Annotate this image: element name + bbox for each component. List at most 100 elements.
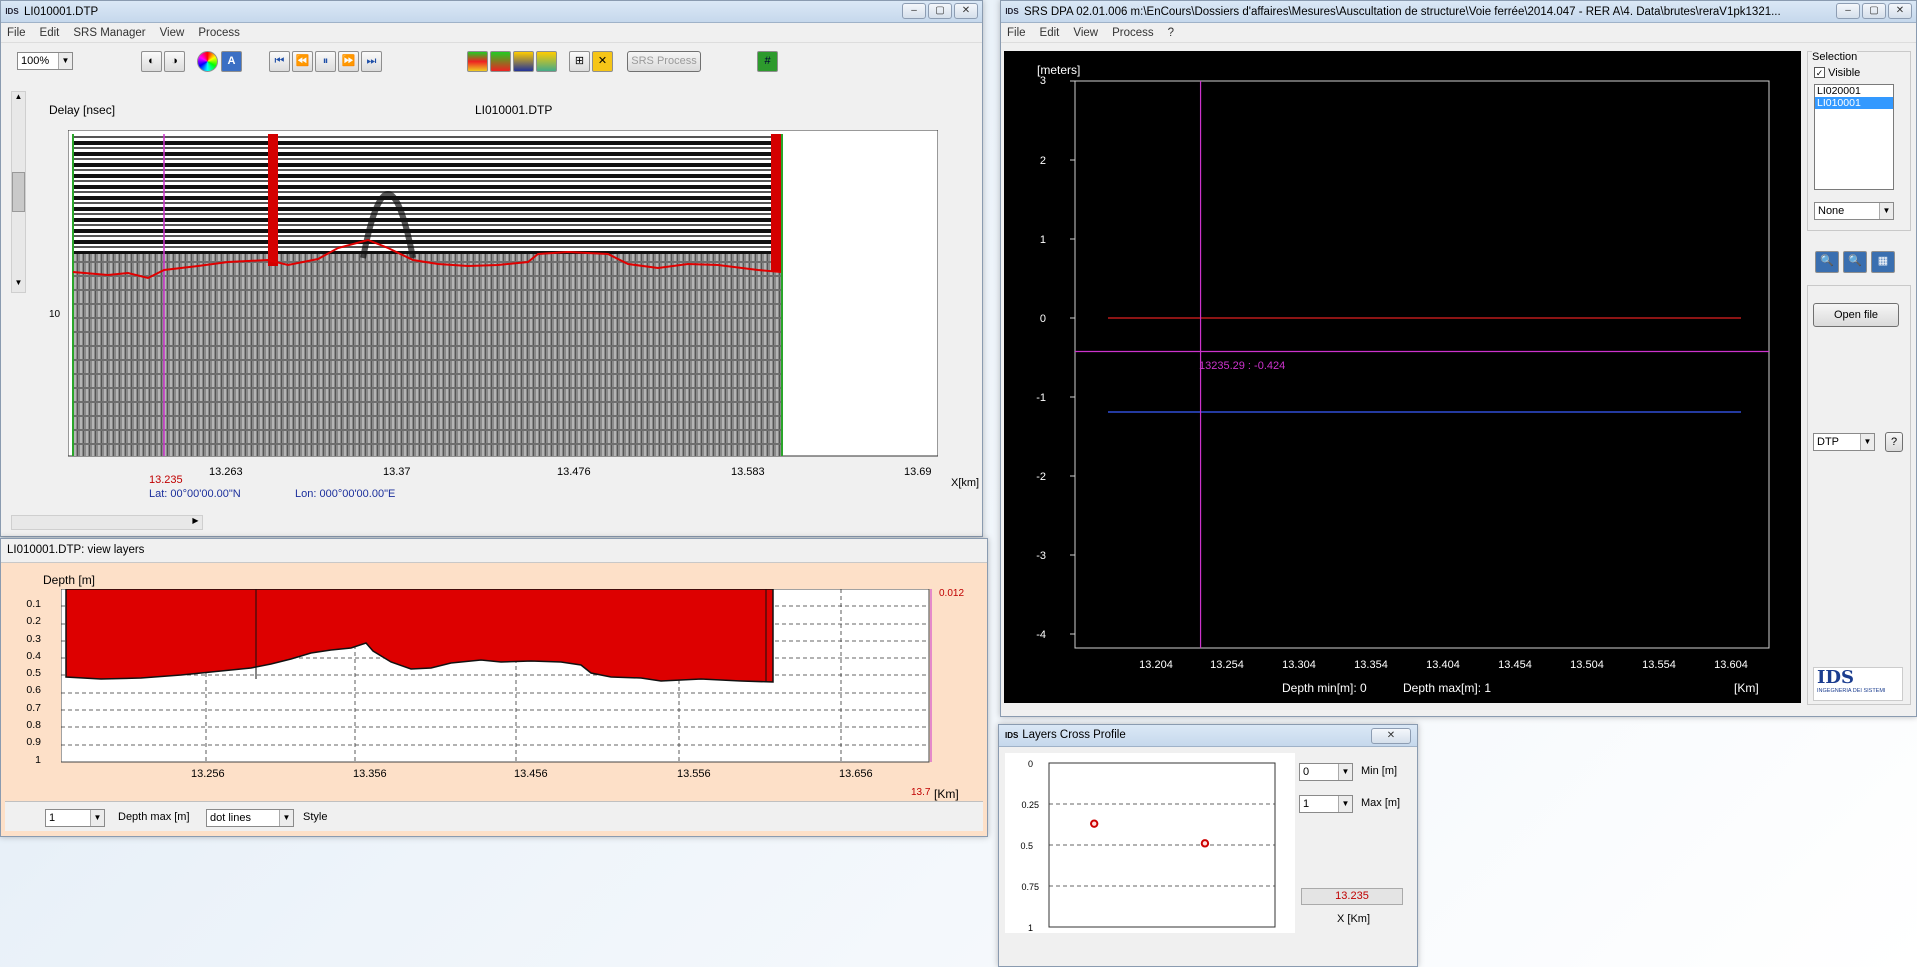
menu-srs-manager[interactable]: SRS Manager xyxy=(73,27,145,39)
delay-axis-label: Delay [nsec] xyxy=(49,103,116,117)
radar-toolbar: 100% ▼ ◐ ◑ A ⏮ ⏪ ⏸ ⏩ ⏭ ⊞ ✕ SRS Process # xyxy=(1,43,982,77)
grid-tool-icon[interactable]: ⊞ xyxy=(569,51,590,72)
menu-view[interactable]: View xyxy=(160,27,185,39)
vertical-scrollbar[interactable]: ▲ ▼ xyxy=(11,91,26,293)
fast-forward-icon[interactable]: ⏩ xyxy=(338,51,359,72)
cross-chart-svg[interactable]: 0 0.25 0.5 0.75 1 xyxy=(1005,753,1295,933)
check-icon: ✓ xyxy=(1814,67,1825,78)
menu-edit[interactable]: Edit xyxy=(1040,27,1060,39)
y-tick: 0.7 xyxy=(26,701,41,714)
minimize-button[interactable]: – xyxy=(902,3,926,19)
close-button[interactable]: ✕ xyxy=(954,3,978,19)
style-label: Style xyxy=(303,811,328,823)
max-depth-select[interactable]: 1 ▼ xyxy=(1299,795,1353,813)
person-icon[interactable] xyxy=(536,51,557,72)
dpa-x-tick: 13.254 xyxy=(1210,659,1244,671)
layers-icon[interactable] xyxy=(467,51,488,72)
layers-y-ticks: 0.1 0.2 0.3 0.4 0.5 0.6 0.7 0.8 0.9 1 xyxy=(19,596,41,769)
srs-process-button[interactable]: SRS Process xyxy=(627,51,701,72)
last-frame-icon[interactable]: ⏭ xyxy=(361,51,382,72)
zoom-select[interactable]: 100% ▼ xyxy=(17,52,73,70)
cross-profile-window: IDS Layers Cross Profile ✕ 0 0.25 0.5 0.… xyxy=(998,724,1418,967)
chevron-down-icon: ▼ xyxy=(279,810,293,826)
zoom-out-icon[interactable]: ◑ xyxy=(164,51,185,72)
horizontal-scrollbar[interactable]: ▶ xyxy=(11,515,203,530)
maximize-button[interactable]: ▢ xyxy=(928,3,952,19)
maximize-button[interactable]: ▢ xyxy=(1862,3,1886,19)
file-list[interactable]: LI020001 LI010001 xyxy=(1814,84,1894,190)
dpa-titlebar: IDS SRS DPA 02.01.006 m:\EnCours\Dossier… xyxy=(1001,1,1916,23)
zoom-in-icon[interactable]: ◐ xyxy=(141,51,162,72)
style-select[interactable]: dot lines ▼ xyxy=(206,809,294,827)
close-button[interactable]: ✕ xyxy=(1371,728,1411,744)
y-tick: 0.5 xyxy=(26,667,41,680)
minimize-button[interactable]: – xyxy=(1836,3,1860,19)
cross-point-1 xyxy=(1090,819,1099,828)
layers-x-tick-5: 13.656 xyxy=(839,768,873,780)
menu-file[interactable]: File xyxy=(7,27,26,39)
radargram-svg[interactable]: 0 0 xyxy=(68,130,938,460)
pause-icon[interactable]: ⏸ xyxy=(315,51,336,72)
marker-icon[interactable] xyxy=(513,51,534,72)
text-icon[interactable]: A xyxy=(221,51,242,72)
cross-window-title: Layers Cross Profile xyxy=(1022,729,1126,741)
y-tick: 0.3 xyxy=(26,632,41,645)
layers-chart-svg[interactable] xyxy=(61,589,941,764)
dpa-x-tick: 13.204 xyxy=(1139,659,1173,671)
zoom-in-icon[interactable]: 🔍 xyxy=(1815,251,1839,273)
color-palette-icon[interactable] xyxy=(197,51,218,72)
marker-bar-2 xyxy=(771,134,781,271)
x-axis-unit: X[km] xyxy=(951,477,980,489)
depth-max-select[interactable]: 1 ▼ xyxy=(45,809,105,827)
layers-footer: 1 ▼ Depth max [m] dot lines ▼ Style xyxy=(5,801,983,831)
visible-checkbox[interactable]: ✓ Visible xyxy=(1814,67,1860,79)
menu-edit[interactable]: Edit xyxy=(40,27,60,39)
rewind-icon[interactable]: ⏪ xyxy=(292,51,313,72)
close-button[interactable]: ✕ xyxy=(1888,3,1912,19)
dpa-x-ticks: 13.204 13.254 13.304 13.354 13.404 13.45… xyxy=(1139,659,1748,671)
layers-titlebar: LI010001.DTP: view layers xyxy=(1,539,987,563)
cross-y-tick: 0 xyxy=(1028,759,1033,769)
radargram-panel: ▲ ▼ ▶ Delay [nsec] LI010001.DTP 10 13.26… xyxy=(11,91,981,530)
help-button[interactable]: ? xyxy=(1885,432,1903,452)
chevron-down-icon: ▼ xyxy=(58,53,72,69)
grid-view-icon[interactable]: ▦ xyxy=(1871,251,1895,273)
cross-y-tick: 1 xyxy=(1028,923,1033,933)
radar-menubar: File Edit SRS Manager View Process xyxy=(1,23,982,43)
cross-tool-icon[interactable]: ✕ xyxy=(592,51,613,72)
dpa-x-unit: [Km] xyxy=(1734,681,1759,695)
dpa-depth-max: Depth max[m]: 1 xyxy=(1403,681,1491,695)
chevron-down-icon: ▼ xyxy=(1879,203,1893,219)
menu-file[interactable]: File xyxy=(1007,27,1026,39)
selection-dropdown[interactable]: None ▼ xyxy=(1814,202,1894,220)
layers-right-value: 0.012 xyxy=(939,588,965,599)
radargram-bands xyxy=(73,134,781,254)
latitude-readout: Lat: 00°00'00.00"N xyxy=(149,488,241,500)
min-depth-select[interactable]: 0 ▼ xyxy=(1299,763,1353,781)
zoom-out-icon[interactable]: 🔍 xyxy=(1843,251,1867,273)
cross-y-tick: 0.25 xyxy=(1021,800,1039,810)
menu-process[interactable]: Process xyxy=(1112,27,1154,39)
dpa-y-tick: -2 xyxy=(1036,471,1046,483)
dpa-cursor-readout: 13235.29 : -0.424 xyxy=(1199,360,1285,372)
cursor-x-value: 13.235 xyxy=(149,474,183,486)
dpa-y-tickmarks xyxy=(1070,80,1075,635)
list-item[interactable]: LI020001 xyxy=(1815,85,1893,97)
first-frame-icon[interactable]: ⏮ xyxy=(269,51,290,72)
grid-green-icon[interactable]: # xyxy=(757,51,778,72)
menu-process[interactable]: Process xyxy=(198,27,240,39)
max-depth-label: Max [m] xyxy=(1361,797,1401,809)
menu-help[interactable]: ? xyxy=(1168,27,1174,39)
dpa-chart-svg[interactable]: [meters] 3 2 1 0 -1 -2 -3 -4 13.204 13.2… xyxy=(1004,51,1801,703)
cross-point-2 xyxy=(1200,839,1210,848)
dpa-plot-panel: [meters] 3 2 1 0 -1 -2 -3 -4 13.204 13.2… xyxy=(1004,51,1801,703)
dpa-y-tick: 1 xyxy=(1040,234,1046,246)
dpa-plot-frame xyxy=(1074,80,1770,649)
open-file-button[interactable]: Open file xyxy=(1813,303,1899,327)
pick-icon[interactable] xyxy=(490,51,511,72)
cross-titlebar: IDS Layers Cross Profile ✕ xyxy=(999,725,1417,747)
chevron-down-icon: ▼ xyxy=(1338,764,1352,780)
format-select[interactable]: DTP ▼ xyxy=(1813,433,1875,451)
list-item-selected[interactable]: LI010001 xyxy=(1815,97,1893,109)
menu-view[interactable]: View xyxy=(1073,27,1098,39)
